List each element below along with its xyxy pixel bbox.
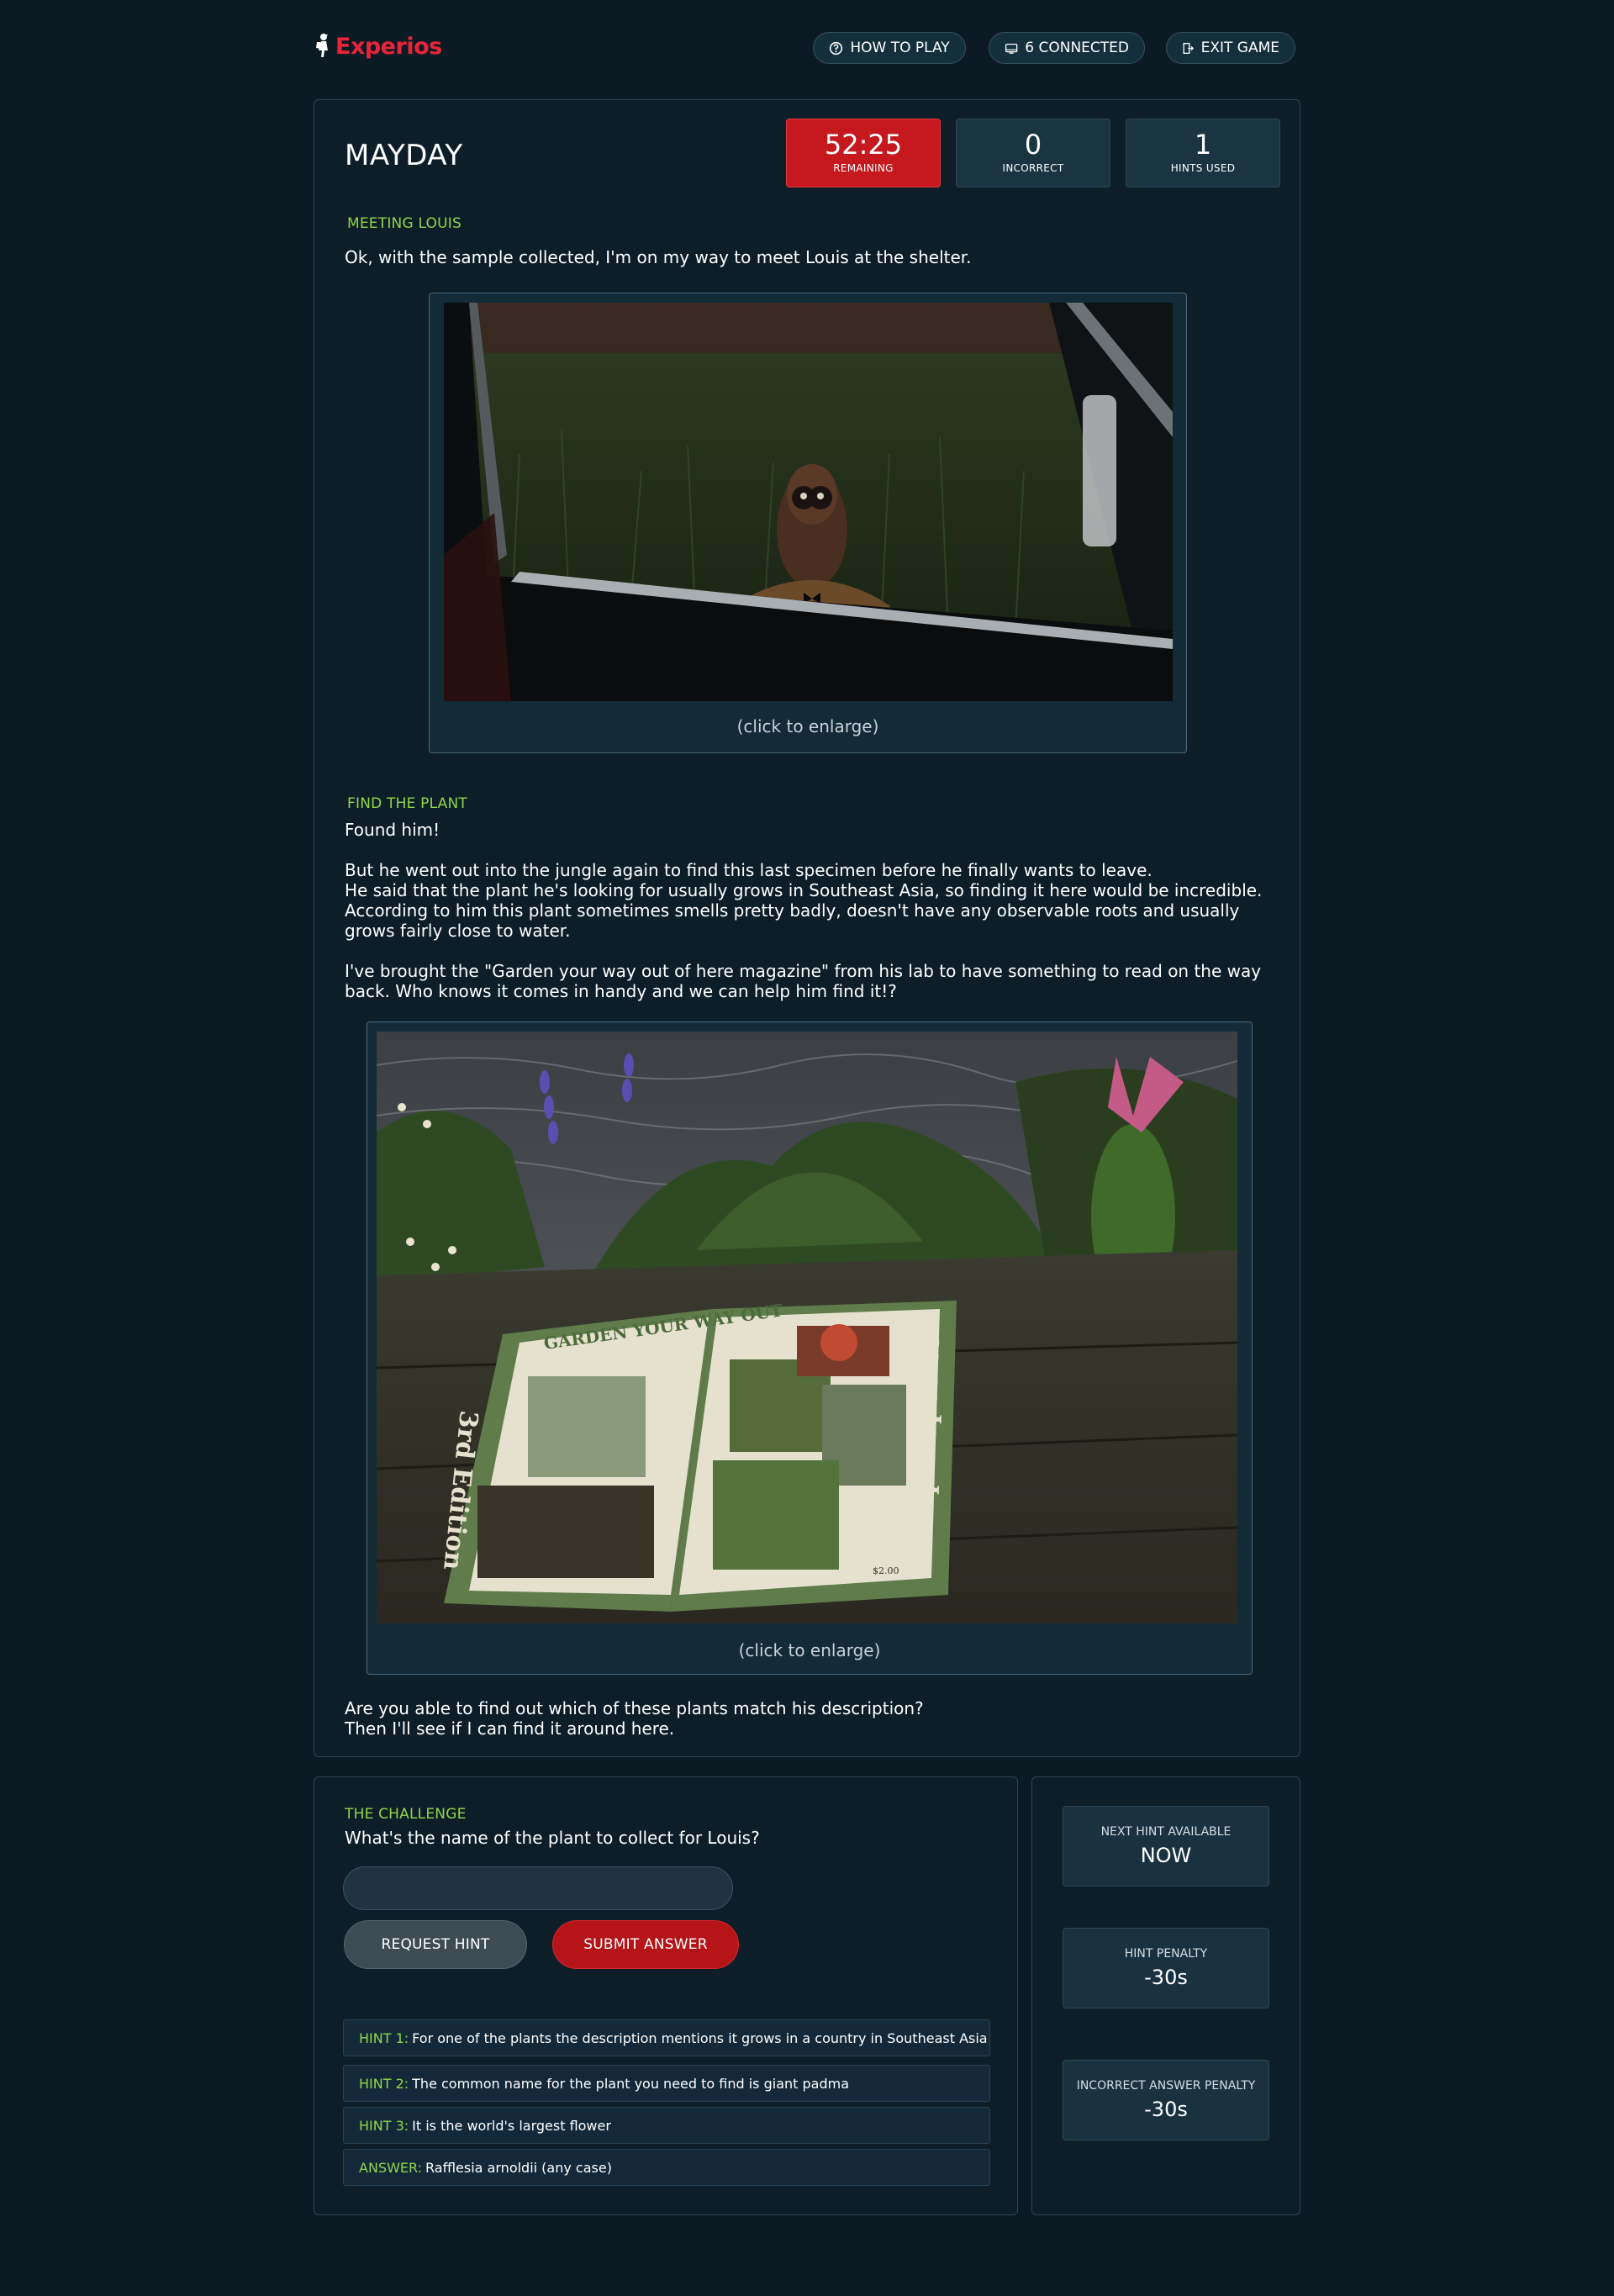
magazine-line-1: I've brought the "Garden your way out of…: [345, 961, 1262, 981]
connected-button[interactable]: 6 CONNECTED: [989, 32, 1145, 64]
challenge-label: THE CHALLENGE: [345, 1806, 467, 1823]
incorrect-penalty-card: INCORRECT ANSWER PENALTY -30s: [1063, 2060, 1269, 2140]
exit-door-icon: [1183, 42, 1195, 54]
incorrect-value: 0: [1024, 129, 1042, 161]
hints-used-count: 1 HINTS USED: [1126, 119, 1280, 187]
hint-label-3: HINT 3:: [359, 2117, 409, 2134]
request-hint-button[interactable]: REQUEST HINT: [344, 1920, 527, 1969]
exit-game-button[interactable]: EXIT GAME: [1166, 32, 1295, 64]
section-text-magazine: I've brought the "Garden your way out of…: [345, 961, 1261, 1001]
submit-answer-button[interactable]: SUBMIT ANSWER: [552, 1920, 739, 1969]
section-label-meeting: MEETING LOUIS: [347, 215, 462, 232]
connected-label: 6 CONNECTED: [1025, 40, 1129, 56]
hint-row-1: HINT 1: For one of the plants the descri…: [343, 2019, 990, 2056]
description-line-4: grows fairly close to water.: [345, 921, 571, 941]
enlarge-caption-1: (click to enlarge): [736, 716, 879, 736]
exit-game-label: EXIT GAME: [1200, 40, 1279, 56]
section-label-find: FIND THE PLANT: [347, 795, 467, 812]
hint-penalty-card: HINT PENALTY -30s: [1063, 1928, 1269, 2008]
hint-text-2: The common name for the plant you need t…: [412, 2075, 850, 2092]
hint-row-2: HINT 2: The common name for the plant yo…: [343, 2065, 990, 2102]
penalty-panel: NEXT HINT AVAILABLE NOW HINT PENALTY -30…: [1031, 1776, 1300, 2215]
game-title: MAYDAY: [345, 139, 463, 172]
hint-label-1: HINT 1:: [359, 2029, 409, 2046]
answer-text: Rafflesia arnoldii (any case): [425, 2159, 612, 2176]
enlarge-caption-2: (click to enlarge): [738, 1640, 881, 1660]
answer-row: ANSWER: Rafflesia arnoldii (any case): [343, 2149, 990, 2186]
section-text-meeting: Ok, with the sample collected, I'm on my…: [345, 247, 972, 267]
timer-remaining: 52:25 REMAINING: [786, 119, 941, 187]
magazine-line-2: back. Who knows it comes in handy and we…: [345, 981, 897, 1001]
description-line-2: He said that the plant he's looking for …: [345, 880, 1263, 900]
story-panel: MAYDAY 52:25 REMAINING 0 INCORRECT 1 HIN…: [314, 99, 1300, 1757]
challenge-panel: THE CHALLENGE What's the name of the pla…: [314, 1776, 1018, 2215]
how-to-play-label: HOW TO PLAY: [850, 40, 950, 56]
devices-icon: [1005, 43, 1018, 54]
hint-penalty-value: -30s: [1144, 1966, 1188, 1989]
next-hint-label: NEXT HINT AVAILABLE: [1100, 1825, 1232, 1839]
hint-row-3: HINT 3: It is the world's largest flower: [343, 2107, 990, 2144]
section-text-description: But he went out into the jungle again to…: [345, 860, 1262, 941]
hints-used-label: HINTS USED: [1170, 162, 1236, 174]
hint-label-2: HINT 2:: [359, 2075, 409, 2092]
incorrect-penalty-value: -30s: [1144, 2098, 1188, 2121]
next-hint-value: NOW: [1140, 1844, 1192, 1867]
logo[interactable]: Experios: [314, 32, 442, 61]
answer-input[interactable]: [343, 1866, 733, 1910]
challenge-question: What's the name of the plant to collect …: [345, 1828, 760, 1848]
louis-car-window-image: [444, 303, 1173, 701]
closing-line-2: Then I'll see if I can find it around he…: [345, 1718, 675, 1739]
section-text-closing: Are you able to find out which of these …: [345, 1698, 924, 1739]
incorrect-label: INCORRECT: [1002, 162, 1064, 174]
hint-penalty-label: HINT PENALTY: [1124, 1947, 1208, 1961]
timer-value: 52:25: [824, 129, 903, 161]
description-line-3: According to him this plant sometimes sm…: [345, 900, 1240, 921]
logo-text: Experios: [335, 33, 442, 60]
hint-text-3: It is the world's largest flower: [412, 2117, 611, 2134]
hint-text-1: For one of the plants the description me…: [412, 2029, 988, 2046]
top-bar: Experios HOW TO PLAY 6 CONNECTED EXIT GA…: [314, 29, 1300, 67]
incorrect-penalty-label: INCORRECT ANSWER PENALTY: [1076, 2079, 1256, 2093]
description-line-1: But he went out into the jungle again to…: [345, 860, 1152, 880]
answer-label: ANSWER:: [359, 2159, 423, 2176]
timer-label: REMAINING: [833, 162, 894, 174]
scene-image-magazine[interactable]: GARDEN YOUR WAY OUT 3rd Edition Unique S…: [367, 1021, 1253, 1675]
magazine-price-text: $2.00: [873, 1565, 899, 1576]
magazine-jungle-image: GARDEN YOUR WAY OUT 3rd Edition Unique S…: [377, 1032, 1237, 1623]
next-hint-card: NEXT HINT AVAILABLE NOW: [1063, 1806, 1269, 1887]
incorrect-count: 0 INCORRECT: [956, 119, 1110, 187]
how-to-play-button[interactable]: HOW TO PLAY: [813, 32, 966, 64]
explorer-logo-icon: [316, 34, 328, 57]
closing-line-1: Are you able to find out which of these …: [345, 1698, 924, 1718]
help-icon: [830, 41, 843, 55]
scene-image-louis[interactable]: (click to enlarge): [429, 293, 1187, 753]
hints-used-value: 1: [1194, 129, 1212, 161]
section-text-found: Found him!: [345, 820, 440, 840]
